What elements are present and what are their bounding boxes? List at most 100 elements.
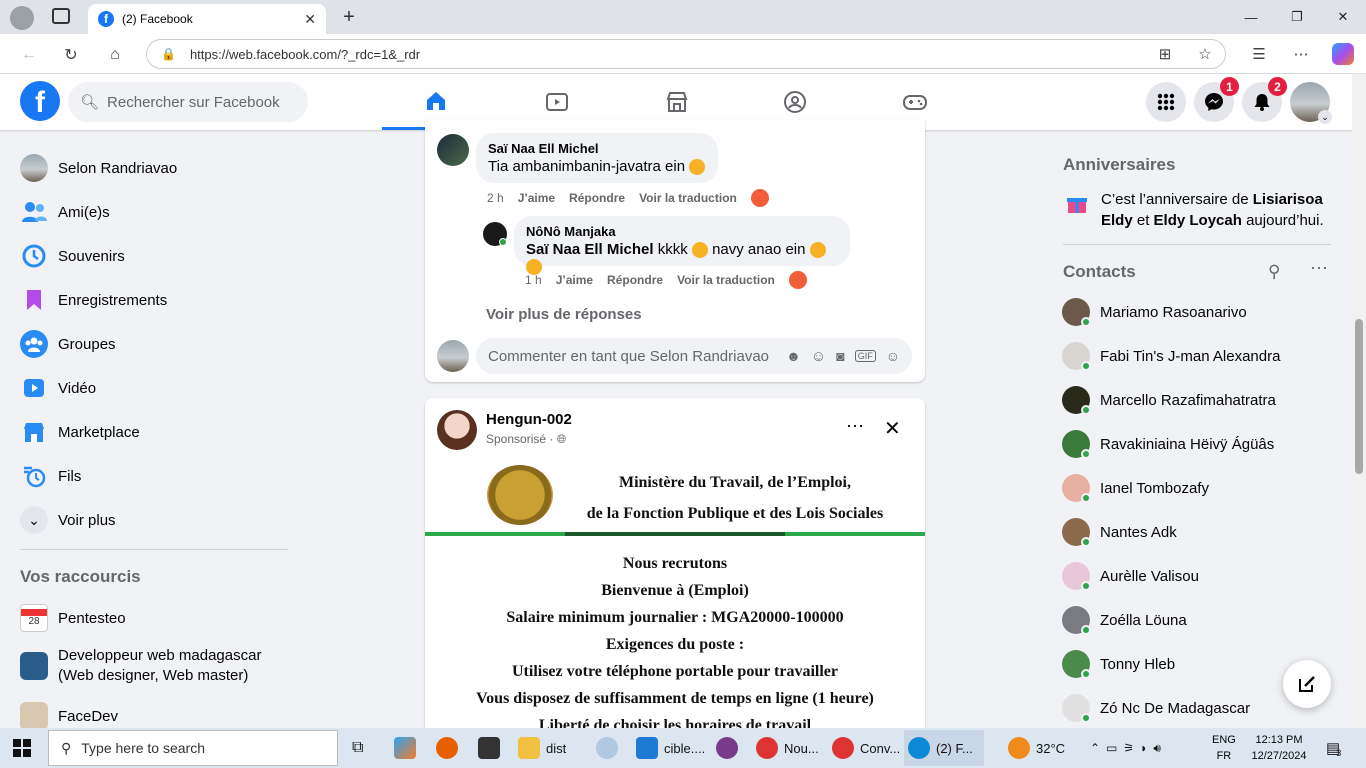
sponsored-label[interactable]: Sponsorisé · 🌐︎ [486, 432, 566, 447]
taskbar-app-edge[interactable]: (2) F... [904, 730, 984, 766]
reload-button[interactable]: ↻ [58, 42, 84, 68]
camera-icon[interactable]: ◙ [836, 348, 844, 364]
clock[interactable]: 12:13 PM 12/27/2024 [1244, 732, 1314, 764]
new-message-button[interactable] [1283, 660, 1331, 708]
tab-actions-icon[interactable] [52, 8, 70, 24]
taskbar-app-vscode[interactable]: cible.... [636, 730, 705, 766]
reply-text-part2: navy anao ein [712, 241, 806, 258]
language-indicator[interactable]: ENG FR [1212, 732, 1236, 764]
favorite-star-icon[interactable]: ☆ [1194, 43, 1216, 65]
scrollbar-thumb[interactable] [1355, 319, 1363, 474]
page-scrollbar[interactable] [1352, 74, 1366, 728]
contact-row[interactable]: Fabi Tin's J-man Alexandra [1062, 334, 1342, 378]
menu-grid-button[interactable] [1146, 82, 1186, 122]
taskbar-app-chrome-1[interactable]: Nou... [756, 730, 819, 766]
contacts-search-icon[interactable]: ⚲ [1268, 262, 1280, 282]
home-button[interactable]: ⌂ [102, 42, 128, 68]
contact-row[interactable]: Marcello Razafimahatratra [1062, 378, 1342, 422]
minimize-button[interactable]: — [1228, 4, 1274, 30]
restore-button[interactable]: ❐ [1274, 4, 1320, 30]
sidebar-item-memories[interactable]: Souvenirs [20, 236, 290, 276]
sidebar-item-video[interactable]: Vidéo [20, 368, 290, 408]
reply-link[interactable]: Répondre [569, 191, 625, 205]
comment-author[interactable]: Saï Naa Ell Michel [488, 141, 706, 156]
taskbar-app-obs[interactable] [716, 730, 744, 766]
my-comment-avatar[interactable] [437, 340, 469, 372]
sticker-icon[interactable]: ☺ [886, 348, 900, 364]
copilot-icon[interactable] [1332, 43, 1354, 65]
taskbar-app-copilot[interactable] [394, 730, 422, 766]
browser-profile-icon[interactable] [10, 6, 34, 30]
new-tab-button[interactable]: + [338, 6, 360, 28]
contacts-options-icon[interactable]: ⋯ [1310, 258, 1328, 279]
ad-line: Liberté de choisir les horaires de trava… [538, 717, 812, 728]
advertiser-name[interactable]: Hengun-002 [486, 411, 572, 428]
gif-icon[interactable]: GIF [854, 350, 876, 362]
sidebar-see-more[interactable]: ⌄ Voir plus [20, 500, 290, 540]
reply-author[interactable]: NôNô Manjaka [526, 224, 838, 239]
online-dot [1081, 625, 1091, 635]
taskbar-app-video-editor[interactable] [478, 730, 506, 766]
shortcut-dev-madagascar[interactable]: Developpeur web madagascar (Web designer… [20, 646, 290, 690]
mention-link[interactable]: Saï Naa Ell Michel [526, 241, 654, 258]
comment-input[interactable]: Commenter en tant que Selon Randriavao ☻… [476, 338, 912, 374]
sidebar-item-label: Ami(e)s [58, 203, 110, 221]
facebook-search-input[interactable]: 🔍︎ Rechercher sur Facebook [68, 82, 308, 122]
avatar-sticker-icon[interactable]: ☻ [786, 348, 801, 364]
browser-tab-facebook[interactable]: f (2) Facebook ✕ [88, 4, 326, 34]
like-link[interactable]: J’aime [556, 273, 593, 287]
taskbar-app-label: Nou... [784, 740, 819, 756]
sidebar-item-profile[interactable]: Selon Randriavao [20, 148, 290, 188]
translate-link[interactable]: Voir la traduction [677, 273, 775, 287]
see-more-replies-link[interactable]: Voir plus de réponses [486, 306, 642, 323]
post-options-icon[interactable]: ⋯ [846, 416, 864, 437]
facebook-logo[interactable]: f [20, 81, 60, 121]
favorites-icon[interactable]: ☰ [1248, 43, 1270, 65]
like-link[interactable]: J’aime [518, 191, 555, 205]
more-menu-icon[interactable]: ⋯ [1290, 43, 1312, 65]
comment-time[interactable]: 2 h [487, 191, 504, 205]
sidebar-item-groups[interactable]: Groupes [20, 324, 290, 364]
haha-reaction-icon[interactable] [750, 189, 769, 207]
lock-icon[interactable]: 🔒 [161, 47, 176, 61]
birthday-person-link[interactable]: Eldy Loycah [1154, 212, 1242, 229]
haha-reaction-icon[interactable] [788, 271, 807, 289]
commenter-avatar[interactable] [437, 134, 469, 166]
sidebar-item-friends[interactable]: Ami(e)s [20, 192, 290, 232]
reply-link[interactable]: Répondre [607, 273, 663, 287]
emoji-icon[interactable]: ☺ [811, 348, 826, 365]
ad-image[interactable]: Ministère du Travail, de l’Emploi, de la… [425, 458, 925, 728]
system-tray-icons[interactable]: ⌃▭⚞◗🔊︎ [1090, 730, 1167, 766]
weather-widget[interactable]: 32°C [1008, 730, 1065, 766]
notification-center-icon[interactable]: ▤ 3 [1326, 730, 1341, 766]
taskbar-app-chrome-2[interactable]: Conv... [832, 730, 900, 766]
task-view-icon[interactable]: ⧉ [352, 730, 363, 766]
app-install-icon[interactable]: ⊞ [1154, 43, 1176, 65]
taskbar-search-box[interactable]: ⚲ Type here to search [48, 730, 338, 766]
taskbar-app-label: (2) F... [936, 740, 973, 756]
contact-row[interactable]: Aurèlle Valisou [1062, 554, 1342, 598]
hide-post-icon[interactable]: ✕ [884, 416, 901, 441]
reply-time[interactable]: 1 h [525, 273, 542, 287]
contact-row[interactable]: Ravakiniaina Hëivÿ Ágüâs [1062, 422, 1342, 466]
close-tab-icon[interactable]: ✕ [304, 11, 316, 28]
taskbar-app-firefox[interactable] [436, 730, 464, 766]
advertiser-avatar[interactable] [437, 410, 477, 450]
contact-row[interactable]: Mariamo Rasoanarivo [1062, 290, 1342, 334]
address-bar[interactable]: 🔒 https://web.facebook.com/?_rdc=1&_rdr [146, 39, 1226, 69]
start-button[interactable] [12, 730, 32, 766]
sidebar-item-marketplace[interactable]: Marketplace [20, 412, 290, 452]
friends-icon [20, 198, 48, 226]
contact-row[interactable]: Zoélla Löuna [1062, 598, 1342, 642]
shortcut-pentesteo[interactable]: 28 Pentesteo [20, 598, 290, 638]
contact-row[interactable]: Nantes Adk [1062, 510, 1342, 554]
sidebar-item-feeds[interactable]: Fils [20, 456, 290, 496]
translate-link[interactable]: Voir la traduction [639, 191, 737, 205]
account-chevron-icon[interactable]: ⌄ [1318, 110, 1332, 124]
back-button[interactable]: ← [16, 42, 42, 68]
taskbar-app-paint[interactable] [596, 730, 624, 766]
sidebar-item-saved[interactable]: Enregistrements [20, 280, 290, 320]
taskbar-app-explorer[interactable]: dist [518, 730, 566, 766]
close-window-button[interactable]: ✕ [1320, 4, 1366, 30]
contact-row[interactable]: Ianel Tombozafy [1062, 466, 1342, 510]
